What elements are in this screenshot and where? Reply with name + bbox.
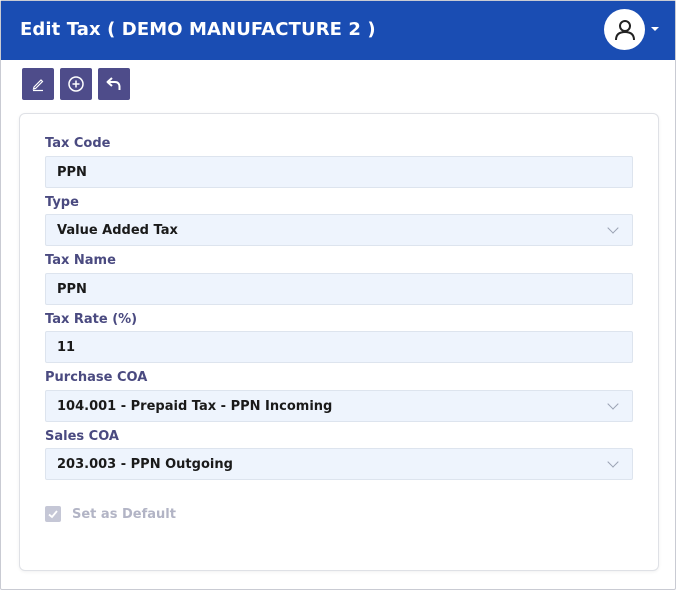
chevron-down-icon <box>607 221 619 234</box>
type-label: Type <box>45 195 79 210</box>
purchase-coa-label: Purchase COA <box>45 370 148 385</box>
tax-rate-label: Tax Rate (%) <box>45 312 138 327</box>
chevron-down-icon <box>607 455 619 468</box>
page-title: Edit Tax ( DEMO MANUFACTURE 2 ) <box>20 19 376 40</box>
sales-coa-value: 203.003 - PPN Outgoing <box>57 456 233 472</box>
user-avatar-icon <box>614 19 635 40</box>
back-button[interactable] <box>98 68 130 100</box>
add-button[interactable] <box>60 68 92 100</box>
set-default-label: Set as Default <box>72 506 176 522</box>
type-select[interactable]: Value Added Tax <box>45 214 633 246</box>
tax-code-input[interactable]: PPN <box>45 156 633 188</box>
chevron-down-icon <box>607 397 619 410</box>
purchase-coa-value: 104.001 - Prepaid Tax - PPN Incoming <box>57 398 333 414</box>
tax-name-value: PPN <box>57 281 87 297</box>
sales-coa-label: Sales COA <box>45 429 119 444</box>
tax-name-input[interactable]: PPN <box>45 273 633 305</box>
user-menu-caret-icon[interactable] <box>651 27 659 31</box>
set-default-checkbox[interactable] <box>45 506 61 522</box>
tax-code-value: PPN <box>57 164 87 180</box>
tax-code-label: Tax Code <box>45 136 111 151</box>
add-circle-icon <box>68 76 84 92</box>
user-avatar[interactable] <box>604 9 645 50</box>
tax-rate-value: 11 <box>57 339 76 355</box>
sales-coa-select[interactable]: 203.003 - PPN Outgoing <box>45 448 633 480</box>
undo-icon <box>106 77 121 90</box>
check-icon <box>48 510 58 519</box>
purchase-coa-select[interactable]: 104.001 - Prepaid Tax - PPN Incoming <box>45 390 633 422</box>
tax-rate-input[interactable]: 11 <box>45 331 633 363</box>
type-value: Value Added Tax <box>57 222 178 238</box>
edit-button[interactable] <box>22 68 54 100</box>
edit-icon <box>32 79 44 92</box>
set-default-row: Set as Default <box>45 506 176 522</box>
page-header: Edit Tax ( DEMO MANUFACTURE 2 ) <box>1 1 675 60</box>
toolbar <box>22 68 130 100</box>
tax-name-label: Tax Name <box>45 253 116 268</box>
